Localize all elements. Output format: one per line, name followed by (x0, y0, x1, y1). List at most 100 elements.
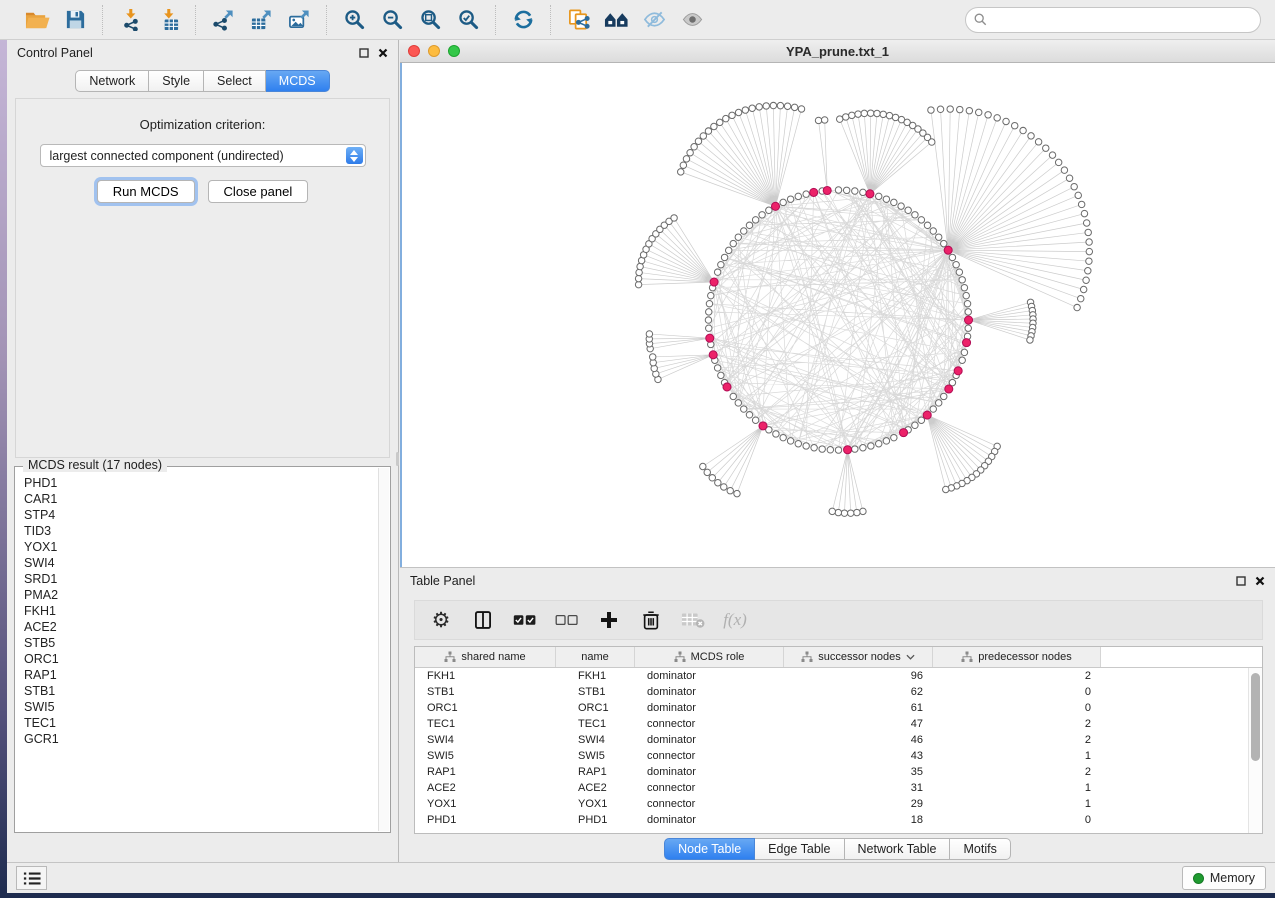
main-toolbar (0, 0, 1275, 40)
column-header-shared-name[interactable]: shared name (415, 647, 556, 667)
result-scrollbar[interactable] (378, 468, 389, 831)
mcds-result-item[interactable]: TEC1 (24, 715, 378, 731)
status-bar: Memory (7, 862, 1275, 893)
column-header-predecessor-nodes[interactable]: predecessor nodes (933, 647, 1101, 667)
tab-network-table[interactable]: Network Table (845, 838, 951, 860)
vertical-splitter-handle[interactable] (396, 452, 399, 466)
column-header-MCDS-role[interactable]: MCDS role (635, 647, 784, 667)
show-columns-icon[interactable] (465, 604, 501, 636)
toolbar-group (10, 5, 102, 35)
tab-motifs[interactable]: Motifs (950, 838, 1010, 860)
cell-predecessor-nodes: 2 (933, 766, 1101, 778)
network-canvas[interactable] (400, 63, 1275, 567)
network-graph[interactable] (402, 63, 1275, 567)
run-mcds-button[interactable]: Run MCDS (97, 180, 195, 203)
mcds-result-item[interactable]: STP4 (24, 507, 378, 523)
table-row[interactable]: SWI4SWI4dominator462 (415, 732, 1248, 748)
mcds-result-item[interactable]: FKH1 (24, 603, 378, 619)
list-icon (23, 871, 41, 886)
mcds-result-item[interactable]: PMA2 (24, 587, 378, 603)
network-window-title: YPA_prune.txt_1 (400, 44, 1275, 59)
tab-node-table[interactable]: Node Table (664, 838, 755, 860)
clear-selection-icon[interactable] (549, 604, 585, 636)
show-all-icon[interactable] (673, 5, 711, 35)
table-row[interactable]: STB1STB1dominator620 (415, 684, 1248, 700)
import-network-icon[interactable] (111, 5, 149, 35)
close-panel-button[interactable]: Close panel (208, 180, 309, 203)
select-all-icon[interactable] (507, 604, 543, 636)
cell-successor-nodes: 62 (784, 686, 933, 698)
memory-button[interactable]: Memory (1182, 866, 1266, 890)
float-table-panel-icon[interactable] (1236, 576, 1246, 586)
zoom-in-icon[interactable] (335, 5, 373, 35)
tab-mcds[interactable]: MCDS (266, 70, 330, 92)
cell-name: YOX1 (556, 798, 635, 810)
mcds-result-item[interactable]: PHD1 (24, 475, 378, 491)
export-table-icon[interactable] (242, 5, 280, 35)
table-row[interactable]: RAP1RAP1dominator352 (415, 764, 1248, 780)
zoom-out-icon[interactable] (373, 5, 411, 35)
column-header-successor-nodes[interactable]: successor nodes (784, 647, 933, 667)
mcds-result-item[interactable]: TID3 (24, 523, 378, 539)
mcds-result-item[interactable]: RAP1 (24, 667, 378, 683)
mcds-result-item[interactable]: STB5 (24, 635, 378, 651)
table-row[interactable]: SWI5SWI5connector431 (415, 748, 1248, 764)
copy-network-icon[interactable] (559, 5, 597, 35)
table-row[interactable]: TEC1TEC1connector472 (415, 716, 1248, 732)
search-input[interactable] (965, 7, 1261, 33)
hide-selected-icon[interactable] (635, 5, 673, 35)
open-file-icon[interactable] (18, 5, 56, 35)
import-table-icon[interactable] (149, 5, 187, 35)
cell-shared-name: RAP1 (415, 766, 556, 778)
table-toolbar: ⚙f(x) (414, 600, 1263, 640)
column-header-name[interactable]: name (556, 647, 635, 667)
mcds-result-item[interactable]: ORC1 (24, 651, 378, 667)
first-neighbors-icon[interactable] (597, 5, 635, 35)
tab-style[interactable]: Style (149, 70, 204, 92)
criterion-dropdown[interactable]: largest connected component (undirected) (40, 144, 366, 167)
cell-name: SWI4 (556, 734, 635, 746)
table-scrollbar[interactable] (1248, 668, 1262, 833)
add-row-icon[interactable] (591, 604, 627, 636)
tab-network[interactable]: Network (75, 70, 149, 92)
zoom-fit-icon[interactable] (411, 5, 449, 35)
mcds-result-item[interactable]: YOX1 (24, 539, 378, 555)
table-settings-icon[interactable]: ⚙ (423, 604, 459, 636)
mcds-result-item[interactable]: ACE2 (24, 619, 378, 635)
save-session-icon[interactable] (56, 5, 94, 35)
tab-edge-table[interactable]: Edge Table (755, 838, 844, 860)
table-row[interactable]: PHD1PHD1dominator180 (415, 812, 1248, 828)
table-row[interactable]: ACE2ACE2connector311 (415, 780, 1248, 796)
delete-row-icon[interactable] (633, 604, 669, 636)
export-image-icon[interactable] (280, 5, 318, 35)
table-row[interactable]: YOX1YOX1connector291 (415, 796, 1248, 812)
cell-name: STB1 (556, 686, 635, 698)
toolbar-group (495, 5, 550, 35)
cell-predecessor-nodes: 1 (933, 798, 1101, 810)
mcds-result-item[interactable]: STB1 (24, 683, 378, 699)
mcds-result-item[interactable]: SRD1 (24, 571, 378, 587)
cell-name: SWI5 (556, 750, 635, 762)
tab-select[interactable]: Select (204, 70, 266, 92)
export-network-icon[interactable] (204, 5, 242, 35)
float-panel-icon[interactable] (359, 48, 369, 58)
cell-MCDS-role: connector (635, 718, 784, 730)
table-scrollbar-thumb[interactable] (1251, 673, 1260, 761)
app-window: Control Panel NetworkStyleSelectMCDS Opt… (7, 40, 1275, 893)
refresh-layout-icon[interactable] (504, 5, 542, 35)
zoom-selected-icon[interactable] (449, 5, 487, 35)
cell-successor-nodes: 43 (784, 750, 933, 762)
mcds-result-item[interactable]: SWI5 (24, 699, 378, 715)
panel-list-button[interactable] (16, 866, 47, 890)
table-row[interactable]: FKH1FKH1dominator962 (415, 668, 1248, 684)
cell-successor-nodes: 47 (784, 718, 933, 730)
mcds-result-item[interactable]: GCR1 (24, 731, 378, 747)
close-table-panel-icon[interactable] (1255, 576, 1265, 586)
cell-MCDS-role: connector (635, 798, 784, 810)
cell-MCDS-role: dominator (635, 734, 784, 746)
table-row[interactable]: ORC1ORC1dominator610 (415, 700, 1248, 716)
cell-shared-name: STB1 (415, 686, 556, 698)
mcds-result-item[interactable]: CAR1 (24, 491, 378, 507)
mcds-result-item[interactable]: SWI4 (24, 555, 378, 571)
close-panel-icon[interactable] (378, 48, 388, 58)
